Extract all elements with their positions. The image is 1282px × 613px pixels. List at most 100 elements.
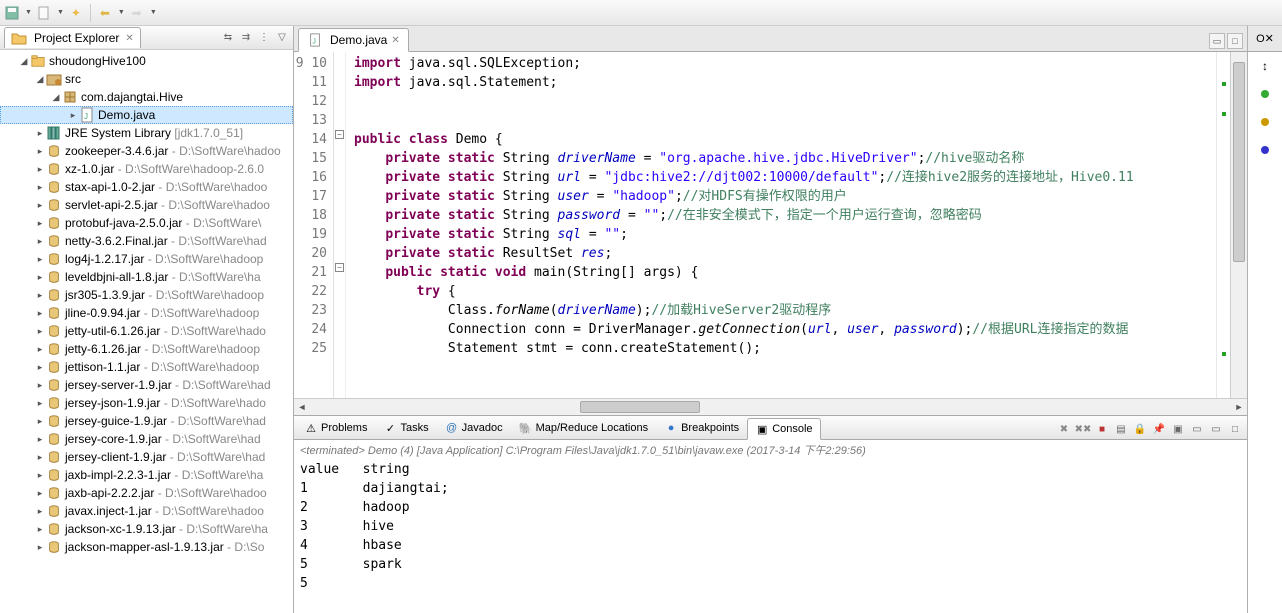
scrollbar-thumb[interactable] bbox=[580, 401, 700, 413]
jar-node[interactable]: ▸jaxb-impl-2.2.3-1.jar - D:\SoftWare\ha bbox=[0, 466, 293, 484]
jar-node[interactable]: ▸jersey-client-1.9.jar - D:\SoftWare\had bbox=[0, 448, 293, 466]
tasks-icon: ✓ bbox=[383, 421, 397, 435]
tab-mapreduce[interactable]: 🐘Map/Reduce Locations bbox=[511, 417, 657, 439]
dropdown-arrow-icon[interactable]: ▼ bbox=[118, 9, 125, 16]
vertical-scrollbar[interactable] bbox=[1230, 52, 1247, 398]
mapreduce-icon: 🐘 bbox=[519, 421, 533, 435]
project-node[interactable]: ◢shoudongHive100 bbox=[0, 52, 293, 70]
jar-node[interactable]: ▸jersey-core-1.9.jar - D:\SoftWare\had bbox=[0, 430, 293, 448]
horizontal-scrollbar[interactable]: ◄ ► bbox=[294, 398, 1247, 415]
jar-node[interactable]: ▸zookeeper-3.4.6.jar - D:\SoftWare\hadoo bbox=[0, 142, 293, 160]
jar-node[interactable]: ▸leveldbjni-all-1.8.jar - D:\SoftWare\ha bbox=[0, 268, 293, 286]
code-editor[interactable]: 9 10 11 12 13 14 15 16 17 18 19 20 21 22… bbox=[294, 52, 1247, 398]
open-console-icon[interactable]: ▭ bbox=[1189, 421, 1205, 437]
jar-node[interactable]: ▸jaxb-api-2.2.2.jar - D:\SoftWare\hadoo bbox=[0, 484, 293, 502]
tab-tasks[interactable]: ✓Tasks bbox=[375, 417, 436, 439]
jar-node[interactable]: ▸jersey-guice-1.9.jar - D:\SoftWare\had bbox=[0, 412, 293, 430]
jar-node[interactable]: ▸jersey-json-1.9.jar - D:\SoftWare\hado bbox=[0, 394, 293, 412]
tab-console[interactable]: ▣Console bbox=[747, 418, 820, 440]
jar-icon bbox=[46, 413, 62, 429]
save-icon[interactable] bbox=[4, 5, 20, 21]
outline-item-icon[interactable] bbox=[1255, 112, 1275, 132]
svg-text:J: J bbox=[84, 112, 88, 121]
outline-tab[interactable]: O ✕ bbox=[1248, 26, 1282, 52]
minimize-icon[interactable]: ▭ bbox=[1209, 33, 1225, 49]
project-explorer-tab[interactable]: Project Explorer ✕ bbox=[4, 27, 141, 48]
jar-icon bbox=[46, 269, 62, 285]
console-output[interactable]: value string 1 dajiangtai; 2 hadoop 3 hi… bbox=[294, 460, 1247, 613]
javadoc-icon: @ bbox=[445, 421, 459, 435]
folding-ruler[interactable]: − − bbox=[334, 52, 346, 398]
outline-item-icon[interactable] bbox=[1255, 84, 1275, 104]
jar-icon bbox=[46, 305, 62, 321]
jar-icon bbox=[46, 467, 62, 483]
jar-node[interactable]: ▸jersey-server-1.9.jar - D:\SoftWare\had bbox=[0, 376, 293, 394]
jar-icon bbox=[46, 161, 62, 177]
jar-node[interactable]: ▸jsr305-1.3.9.jar - D:\SoftWare\hadoop bbox=[0, 286, 293, 304]
remove-all-icon[interactable]: ✖✖ bbox=[1075, 421, 1091, 437]
overview-ruler[interactable] bbox=[1216, 52, 1230, 398]
jar-node[interactable]: ▸jackson-mapper-asl-1.9.13.jar - D:\So bbox=[0, 538, 293, 556]
scroll-left-icon[interactable]: ◄ bbox=[294, 399, 310, 415]
jar-icon bbox=[46, 521, 62, 537]
outline-item-icon[interactable] bbox=[1255, 140, 1275, 160]
jar-icon bbox=[46, 215, 62, 231]
jre-library-node[interactable]: ▸JRE System Library [jdk1.7.0_51] bbox=[0, 124, 293, 142]
problems-icon: ⚠ bbox=[304, 421, 318, 435]
jar-node[interactable]: ▸javax.inject-1.jar - D:\SoftWare\hadoo bbox=[0, 502, 293, 520]
jar-node[interactable]: ▸log4j-1.2.17.jar - D:\SoftWare\hadoop bbox=[0, 250, 293, 268]
jar-node[interactable]: ▸xz-1.0.jar - D:\SoftWare\hadoop-2.6.0 bbox=[0, 160, 293, 178]
jar-node[interactable]: ▸jetty-util-6.1.26.jar - D:\SoftWare\had… bbox=[0, 322, 293, 340]
tab-javadoc[interactable]: @Javadoc bbox=[437, 417, 511, 439]
line-number-gutter: 9 10 11 12 13 14 15 16 17 18 19 20 21 22… bbox=[294, 52, 334, 398]
project-tree[interactable]: ◢shoudongHive100 ◢src ◢com.dajangtai.Hiv… bbox=[0, 50, 293, 613]
console-icon: ▣ bbox=[755, 422, 769, 436]
jar-node[interactable]: ▸netty-3.6.2.Final.jar - D:\SoftWare\had bbox=[0, 232, 293, 250]
jar-icon bbox=[46, 539, 62, 555]
sync-icon[interactable]: ↕ bbox=[1255, 56, 1275, 76]
package-icon bbox=[62, 89, 78, 105]
jar-node[interactable]: ▸jettison-1.1.jar - D:\SoftWare\hadoop bbox=[0, 358, 293, 376]
collapse-all-icon[interactable]: ⇆ bbox=[221, 31, 235, 45]
code-content[interactable]: import java.sql.SQLException; import jav… bbox=[346, 52, 1216, 398]
remove-launch-icon[interactable]: ✖ bbox=[1056, 421, 1072, 437]
svg-text:J: J bbox=[312, 39, 316, 46]
jar-node[interactable]: ▸jline-0.9.94.jar - D:\SoftWare\hadoop bbox=[0, 304, 293, 322]
close-icon[interactable]: ✕ bbox=[391, 35, 399, 46]
maximize-icon[interactable]: □ bbox=[1227, 421, 1243, 437]
breakpoints-icon: ● bbox=[664, 421, 678, 435]
dropdown-arrow-icon[interactable]: ▼ bbox=[25, 9, 32, 16]
fold-marker-icon[interactable]: − bbox=[335, 130, 344, 139]
link-editor-icon[interactable]: ⇉ bbox=[239, 31, 253, 45]
maximize-icon[interactable]: □ bbox=[1227, 33, 1243, 49]
clear-console-icon[interactable]: ▤ bbox=[1113, 421, 1129, 437]
minimize-icon[interactable]: ▭ bbox=[1208, 421, 1224, 437]
filter-icon[interactable]: ⋮ bbox=[257, 31, 271, 45]
dropdown-arrow-icon[interactable]: ▼ bbox=[150, 9, 157, 16]
scroll-lock-icon[interactable]: 🔒 bbox=[1132, 421, 1148, 437]
jar-node[interactable]: ▸servlet-api-2.5.jar - D:\SoftWare\hadoo bbox=[0, 196, 293, 214]
jar-node[interactable]: ▸jackson-xc-1.9.13.jar - D:\SoftWare\ha bbox=[0, 520, 293, 538]
close-icon[interactable]: ✕ bbox=[125, 33, 133, 44]
src-folder-node[interactable]: ◢src bbox=[0, 70, 293, 88]
pin-console-icon[interactable]: 📌 bbox=[1151, 421, 1167, 437]
jar-node[interactable]: ▸stax-api-1.0-2.jar - D:\SoftWare\hadoo bbox=[0, 178, 293, 196]
terminate-icon[interactable]: ■ bbox=[1094, 421, 1110, 437]
java-file-icon: J bbox=[307, 32, 323, 48]
display-console-icon[interactable]: ▣ bbox=[1170, 421, 1186, 437]
package-node[interactable]: ◢com.dajangtai.Hive bbox=[0, 88, 293, 106]
back-icon[interactable]: ⬅ bbox=[97, 5, 113, 21]
new-icon[interactable] bbox=[36, 5, 52, 21]
fold-marker-icon[interactable]: − bbox=[335, 263, 344, 272]
star-icon[interactable]: ✦ bbox=[68, 5, 84, 21]
editor-tab-demo[interactable]: J Demo.java ✕ bbox=[298, 28, 409, 52]
forward-icon[interactable]: ➡ bbox=[129, 5, 145, 21]
jar-node[interactable]: ▸protobuf-java-2.5.0.jar - D:\SoftWare\ bbox=[0, 214, 293, 232]
view-menu-icon[interactable]: ▽ bbox=[275, 31, 289, 45]
java-file-node[interactable]: ▸JDemo.java bbox=[0, 106, 293, 124]
tab-problems[interactable]: ⚠Problems bbox=[296, 417, 375, 439]
dropdown-arrow-icon[interactable]: ▼ bbox=[57, 9, 64, 16]
jar-node[interactable]: ▸jetty-6.1.26.jar - D:\SoftWare\hadoop bbox=[0, 340, 293, 358]
scroll-right-icon[interactable]: ► bbox=[1231, 399, 1247, 415]
tab-breakpoints[interactable]: ●Breakpoints bbox=[656, 417, 747, 439]
